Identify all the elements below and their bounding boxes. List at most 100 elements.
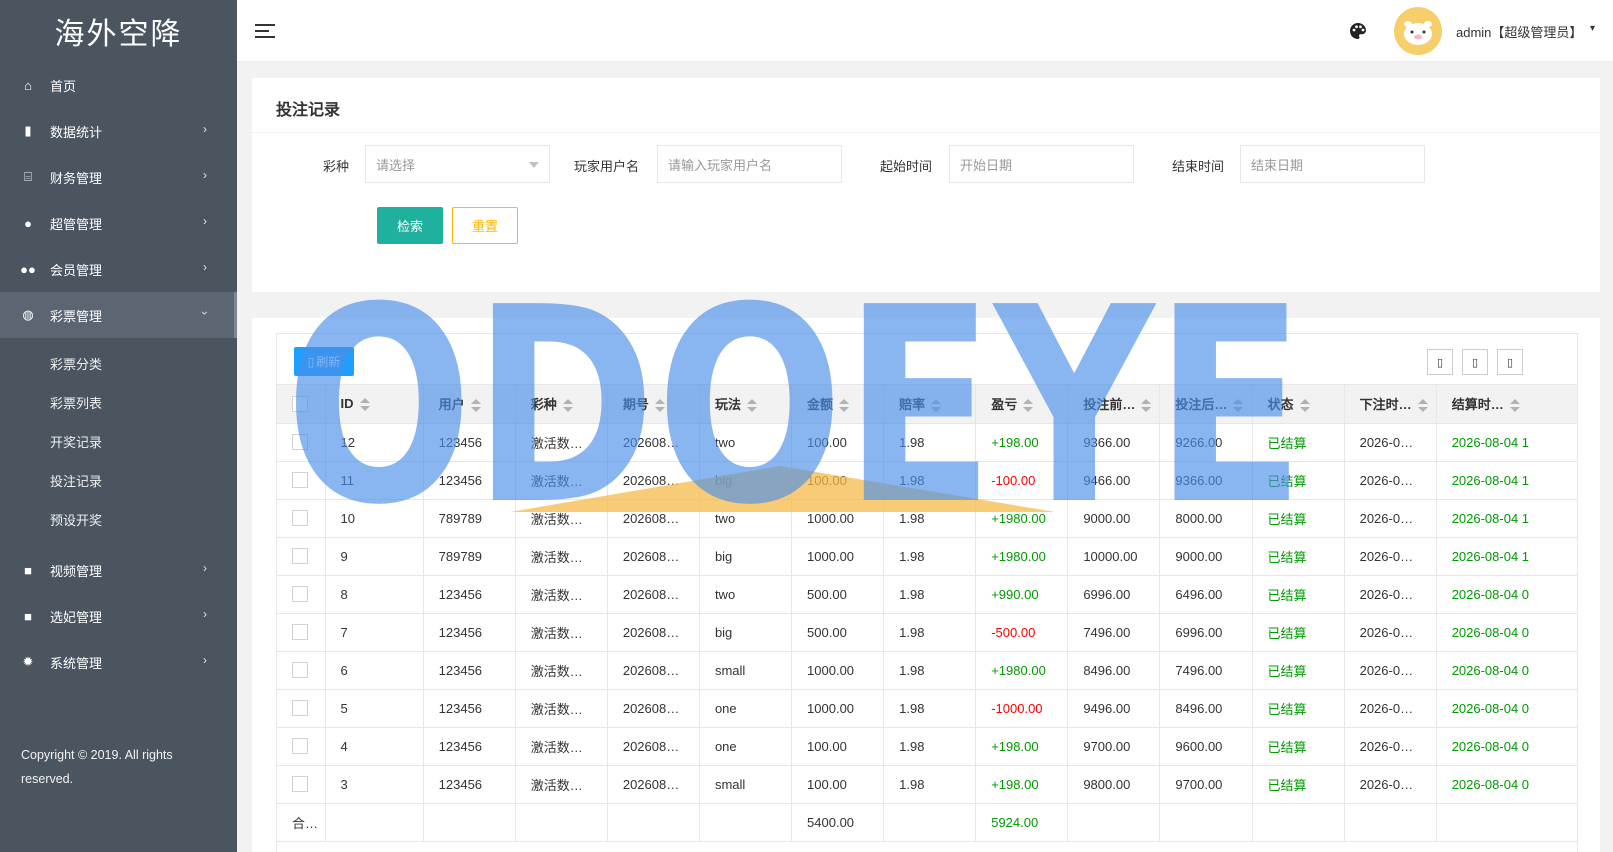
row-select-cell [277, 575, 326, 614]
table-row[interactable]: 3 123456 激活数… 202608… small 100.00 1.98 +198.00… [277, 765, 1577, 804]
cell-after: 9600.00 [1159, 727, 1253, 766]
sidebar-item[interactable]: ⌂ 首页 [0, 62, 237, 108]
cell-before: 9700.00 [1067, 727, 1161, 766]
sidebar-item[interactable]: ● 超管管理 › [0, 200, 237, 246]
column-header[interactable]: 下注时… [1344, 385, 1437, 424]
row-checkbox[interactable] [292, 548, 308, 565]
refresh-button[interactable]: ▯ 刷新 [294, 347, 354, 376]
cell-settle-time: 2026-08-04 0 [1436, 689, 1577, 728]
column-header[interactable]: 期号 [607, 385, 700, 424]
cell-amount: 100.00 [791, 727, 885, 766]
table-row[interactable]: 11 123456 激活数… 202608… big 100.00 1.98 -100.00 9… [277, 461, 1577, 500]
sidebar-subitem[interactable]: 投注记录 [0, 461, 237, 500]
cell-status: 已结算 [1252, 727, 1345, 766]
sort-icon[interactable] [1023, 398, 1034, 413]
row-checkbox[interactable] [292, 586, 308, 603]
cell-profit: -1000.00 [975, 689, 1069, 728]
bank-icon: ⌸ [24, 169, 32, 184]
column-header[interactable]: 状态 [1252, 385, 1345, 424]
row-select-cell [277, 727, 326, 766]
sidebar-item[interactable]: ⌸ 财务管理 › [0, 154, 237, 200]
sidebar-subitem[interactable]: 彩票列表 [0, 383, 237, 422]
column-header[interactable]: 投注后… [1159, 385, 1253, 424]
cell-settle-time: 2026-08-04 1 [1436, 499, 1577, 538]
sidebar-item[interactable]: ■ 视频管理 › [0, 547, 237, 593]
sidebar-item[interactable]: ✹ 系统管理 › [0, 639, 237, 685]
column-header[interactable]: ID [325, 385, 424, 424]
sort-icon[interactable] [1233, 398, 1244, 413]
row-checkbox[interactable] [292, 776, 308, 793]
column-header[interactable]: 用户 [423, 385, 516, 424]
column-header[interactable]: 玩法 [699, 385, 793, 424]
table-row[interactable]: 10 789789 激活数… 202608… two 1000.00 1.98 +1980.0… [277, 499, 1577, 538]
user-dropdown-icon[interactable]: ▾ [1590, 23, 1595, 34]
column-header[interactable]: 彩种 [515, 385, 608, 424]
table-row[interactable]: 6 123456 激活数… 202608… small 1000.00 1.98 +1980.… [277, 651, 1577, 690]
column-header[interactable]: 结算时… [1436, 385, 1577, 424]
row-select-cell [277, 765, 326, 804]
table-row[interactable]: 5 123456 激活数… 202608… one 1000.00 1.98 -1000.00… [277, 689, 1577, 728]
sort-icon[interactable] [562, 398, 573, 413]
row-checkbox[interactable] [292, 700, 308, 717]
row-checkbox[interactable] [292, 472, 308, 489]
row-checkbox[interactable] [292, 738, 308, 755]
user-name[interactable]: admin【超级管理员】 [1456, 22, 1582, 41]
cell-before: 9000.00 [1067, 499, 1161, 538]
row-checkbox[interactable] [292, 624, 308, 641]
sort-icon[interactable] [1141, 398, 1152, 413]
sort-icon[interactable] [1417, 398, 1428, 413]
cell-play: one [699, 689, 793, 728]
column-header[interactable]: 盈亏 [975, 385, 1069, 424]
filter-columns-icon[interactable]: ▯ [1427, 349, 1453, 375]
end-date-input[interactable]: 结束日期 [1240, 145, 1425, 183]
sidebar-subitem[interactable]: 开奖记录 [0, 422, 237, 461]
sort-icon[interactable] [359, 397, 370, 412]
sort-icon[interactable] [1299, 398, 1310, 413]
sidebar-subitem[interactable]: 彩票分类 [0, 344, 237, 383]
end-date-placeholder: 结束日期 [1251, 157, 1304, 173]
table-row[interactable]: 8 123456 激活数… 202608… two 500.00 1.98 +990.00 69… [277, 575, 1577, 614]
menu-toggle-icon[interactable] [255, 24, 275, 39]
cell-lottery: 激活数… [515, 575, 608, 614]
column-header[interactable]: 金额 [791, 385, 885, 424]
print-icon[interactable]: ▯ [1497, 349, 1523, 375]
cell-issue: 202608… [607, 461, 700, 500]
sidebar-item[interactable]: ▮ 数据统计 › [0, 108, 237, 154]
player-username-input[interactable]: 请输入玩家用户名 [657, 145, 842, 183]
export-icon[interactable]: ▯ [1462, 349, 1488, 375]
cell-status: 已结算 [1252, 689, 1345, 728]
sort-icon[interactable] [1509, 398, 1520, 413]
sidebar-item-label: 系统管理 [50, 655, 103, 671]
column-header[interactable]: 赔率 [883, 385, 977, 424]
search-button[interactable]: 检索 [377, 207, 443, 244]
sort-icon[interactable] [746, 398, 757, 413]
sort-icon[interactable] [931, 398, 942, 413]
column-header[interactable]: 投注前… [1067, 385, 1161, 424]
cell-play: small [699, 765, 793, 804]
start-date-input[interactable]: 开始日期 [949, 145, 1134, 183]
sort-icon[interactable] [654, 398, 665, 413]
sidebar-subitem[interactable]: 预设开奖 [0, 500, 237, 539]
sidebar-item[interactable]: ■ 选妃管理 › [0, 593, 237, 639]
sidebar-menu-lower: ■ 视频管理 › ■ 选妃管理 › ✹ 系统管理 › [0, 547, 237, 685]
sort-icon[interactable] [839, 398, 850, 413]
row-checkbox[interactable] [292, 510, 308, 527]
cell-amount: 100.00 [791, 423, 885, 462]
palette-icon[interactable] [1349, 22, 1367, 40]
reset-button[interactable]: 重置 [452, 207, 518, 244]
sidebar-item[interactable]: ●● 会员管理 › [0, 246, 237, 292]
table-row[interactable]: 12 123456 激活数… 202608… two 100.00 1.98 +198.00 9… [277, 423, 1577, 462]
row-checkbox[interactable] [292, 662, 308, 679]
app-logo[interactable]: 海外空降 [0, 0, 237, 62]
user-avatar[interactable] [1394, 7, 1442, 55]
select-all-checkbox[interactable] [292, 396, 308, 413]
sort-icon[interactable] [470, 398, 481, 413]
table-row[interactable]: 4 123456 激活数… 202608… one 100.00 1.98 +198.00 97… [277, 727, 1577, 766]
lottery-select[interactable]: 请选择 [365, 145, 550, 183]
column-header-label: 盈亏 [991, 397, 1018, 413]
sidebar-item[interactable]: ◍ 彩票管理 › [0, 292, 237, 338]
row-checkbox[interactable] [292, 434, 308, 451]
table-row[interactable]: 7 123456 激活数… 202608… big 500.00 1.98 -500.00 74… [277, 613, 1577, 652]
cell-after: 6496.00 [1159, 575, 1253, 614]
table-row[interactable]: 9 789789 激活数… 202608… big 1000.00 1.98 +1980.00… [277, 537, 1577, 576]
